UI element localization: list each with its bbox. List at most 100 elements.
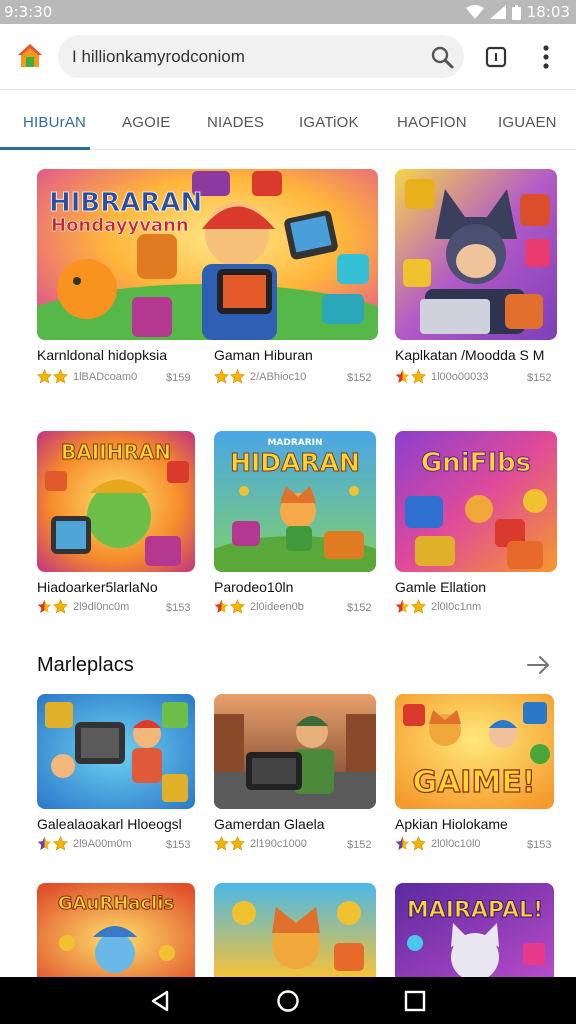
search-icon[interactable] <box>430 45 454 69</box>
app-title: Hiadoarker5larlaNo <box>37 579 158 595</box>
app-thumbnail[interactable]: MADRARIN HIDARAN <box>214 431 376 572</box>
app-thumbnail[interactable] <box>37 694 195 809</box>
app-thumbnail[interactable] <box>214 694 376 809</box>
star-icon <box>411 836 426 851</box>
active-tab-indicator <box>0 147 90 150</box>
app-price: $159 <box>166 372 191 384</box>
wifi-icon <box>465 5 484 19</box>
home-nav-icon[interactable] <box>276 989 300 1013</box>
app-title: Gaman Hiburan <box>214 347 313 363</box>
star-icon <box>53 836 68 851</box>
star-icon <box>37 599 52 614</box>
app-price: $152 <box>347 372 372 384</box>
browser-toolbar: I hillionkamyrodconiom <box>0 24 576 90</box>
app-price: $152 <box>347 839 372 851</box>
star-icon <box>214 369 229 384</box>
app-meta: 2l0l0c10l0 <box>431 837 481 850</box>
star-icon <box>411 599 426 614</box>
app-title: Parodeo10ln <box>214 579 294 595</box>
app-rating: 1l00o00033 <box>395 369 489 384</box>
star-icon <box>214 599 229 614</box>
art-title: GniFIbs <box>421 448 531 478</box>
app-meta: 2l9dl0nc0m <box>73 600 130 613</box>
art-title: HIDARAN <box>230 448 360 477</box>
app-thumbnail[interactable]: GAIME! <box>395 694 554 809</box>
app-thumbnail[interactable]: GniFIbs <box>395 431 557 572</box>
app-title: Gamerdan Glaela <box>214 816 325 832</box>
battery-icon <box>511 4 521 20</box>
category-tabs: HIBUrAN AGOIE NIADES IGATiOK HAOFION IGU… <box>0 90 576 150</box>
recents-icon[interactable] <box>403 989 427 1013</box>
menu-icon[interactable] <box>536 44 556 70</box>
app-meta: 1l00o00033 <box>431 370 489 383</box>
star-icon <box>395 369 410 384</box>
app-rating: 2/ABhioc10 <box>214 369 306 384</box>
star-icon <box>411 369 426 384</box>
app-price: $152 <box>527 372 552 384</box>
status-bar: 9:3:30 18:03 <box>0 0 576 24</box>
app-title: Kaplkatan /Moodda S M <box>395 347 545 363</box>
section-title: Marleplacs <box>37 654 134 676</box>
star-icon <box>53 599 68 614</box>
status-clock: 18:03 <box>526 3 570 21</box>
tab-4[interactable]: IGATiOK <box>299 114 359 131</box>
art-title: HIBRARAN <box>49 188 202 218</box>
star-icon <box>395 599 410 614</box>
app-meta: 2l0l0c1nm <box>431 600 482 613</box>
tabs-icon[interactable] <box>484 45 508 69</box>
app-rating: 2l9dl0nc0m <box>37 599 129 614</box>
tab-3[interactable]: NIADES <box>207 114 264 131</box>
star-icon <box>230 836 245 851</box>
app-thumbnail[interactable]: MAIRAPAL! <box>395 883 554 977</box>
app-rating: 1lBADcoam0 <box>37 369 137 384</box>
star-icon <box>53 369 68 384</box>
app-rating: 2l0l0c1nm <box>395 599 481 614</box>
app-price: $153 <box>166 602 191 614</box>
app-price: $152 <box>347 602 372 614</box>
app-thumbnail[interactable] <box>395 169 557 340</box>
app-thumbnail[interactable]: BAIIHRAN <box>37 431 195 572</box>
tab-1[interactable]: HIBUrAN <box>23 114 86 131</box>
app-rating: 2l9A00m0m <box>37 836 132 851</box>
art-title: GAIME! <box>412 765 535 800</box>
star-icon <box>230 369 245 384</box>
app-title: Galealaoakarl Hloeogsl <box>37 816 182 832</box>
app-meta: 2l0ideen0b <box>250 600 304 613</box>
arrow-right-icon[interactable] <box>526 654 552 676</box>
back-icon[interactable] <box>148 989 172 1013</box>
app-meta: 1lBADcoam0 <box>73 370 138 383</box>
art-subtitle: Hondayyvann <box>51 215 189 236</box>
home-icon[interactable] <box>16 42 44 70</box>
art-title: MAIRAPAL! <box>407 898 543 923</box>
app-thumbnail[interactable] <box>214 883 376 977</box>
system-nav-bar <box>0 977 576 1024</box>
signal-icon <box>489 5 506 19</box>
star-icon <box>214 836 229 851</box>
tab-5[interactable]: HAOFION <box>397 114 467 131</box>
star-icon <box>395 836 410 851</box>
app-rating: 2l190c1000 <box>214 836 307 851</box>
tab-6[interactable]: IGUAEN <box>498 114 557 131</box>
app-meta: 2l190c1000 <box>250 837 307 850</box>
app-thumbnail[interactable]: GAuRHaclis <box>37 883 195 977</box>
app-price: $153 <box>166 839 191 851</box>
app-meta: 2/ABhioc10 <box>250 370 307 383</box>
art-title: BAIIHRAN <box>61 440 171 464</box>
app-rating: 2l0l0c10l0 <box>395 836 481 851</box>
app-title: Gamle Ellation <box>395 579 487 595</box>
art-subtitle: MADRARIN <box>267 438 322 448</box>
app-thumbnail[interactable]: HIBRARAN Hondayyvann <box>37 169 378 340</box>
art-title: GAuRHaclis <box>58 893 174 914</box>
app-title: Apkian Hiolokame <box>395 816 508 832</box>
star-icon <box>37 836 52 851</box>
app-meta: 2l9A00m0m <box>73 837 132 850</box>
app-price: $153 <box>527 839 552 851</box>
app-rating: 2l0ideen0b <box>214 599 304 614</box>
status-time: 9:3:30 <box>4 3 53 21</box>
star-icon <box>230 599 245 614</box>
app-title: Karnldonal hidopksia <box>37 347 167 363</box>
star-icon <box>37 369 52 384</box>
url-text: I hillionkamyrodconiom <box>72 47 245 66</box>
url-input[interactable]: I hillionkamyrodconiom <box>58 35 464 78</box>
tab-2[interactable]: AGOIE <box>122 114 171 131</box>
